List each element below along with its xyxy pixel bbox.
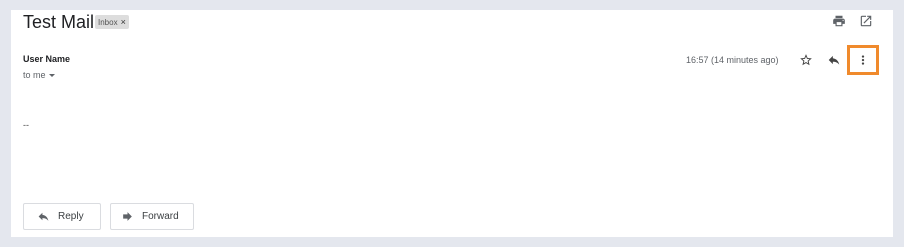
open-in-new-window-icon[interactable]	[859, 14, 873, 28]
email-subject: Test Mail	[23, 12, 95, 32]
reply-button[interactable]: Reply	[23, 203, 101, 230]
recipient-label: to me	[23, 70, 46, 80]
label-name: Inbox	[98, 18, 118, 27]
message-body: --	[23, 120, 29, 130]
forward-button[interactable]: Forward	[110, 203, 194, 230]
message-card: Test Mail Inbox × User Name to me 16:57 (…	[11, 10, 893, 237]
more-options-highlight	[847, 45, 879, 75]
reply-icon	[38, 212, 49, 221]
forward-icon	[123, 212, 132, 221]
sender-name: User Name	[23, 54, 71, 64]
forward-button-label: Forward	[142, 211, 179, 222]
remove-label-icon[interactable]: ×	[121, 17, 126, 27]
message-timestamp: 16:57 (14 minutes ago)	[686, 55, 779, 65]
reply-button-label: Reply	[58, 211, 84, 222]
star-icon[interactable]	[799, 53, 813, 67]
reply-icon[interactable]	[827, 53, 841, 67]
recipient-details-toggle[interactable]: to me	[23, 70, 55, 80]
print-icon[interactable]	[832, 14, 846, 28]
chevron-down-icon[interactable]	[48, 74, 55, 78]
inbox-label-chip[interactable]: Inbox ×	[95, 15, 129, 29]
